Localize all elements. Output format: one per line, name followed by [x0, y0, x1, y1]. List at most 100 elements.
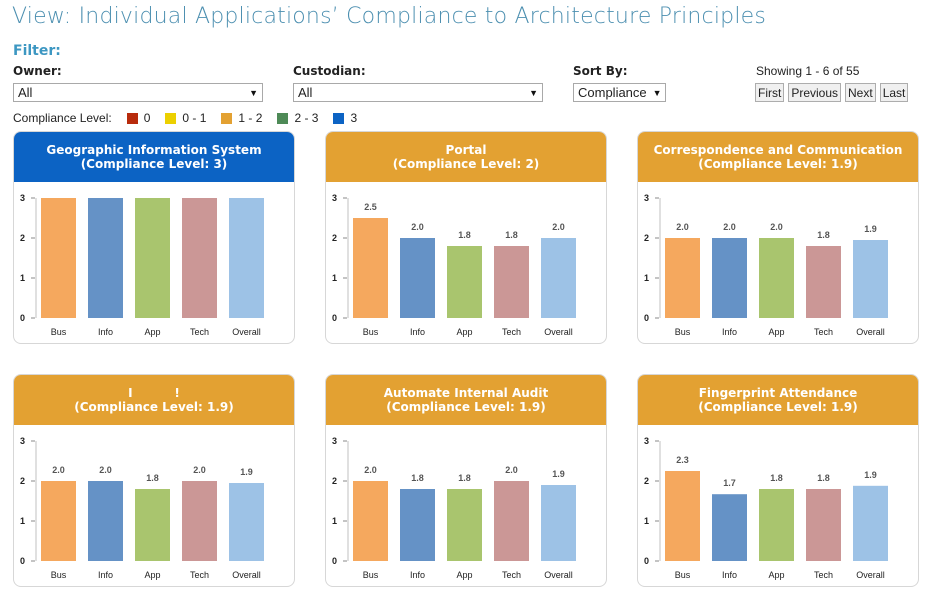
app-compliance-level: (Compliance Level: 3) [80, 157, 228, 171]
bar-app[interactable] [135, 198, 170, 318]
x-category-label: App [768, 570, 784, 580]
x-category-label: Overall [544, 327, 573, 337]
bar-bus[interactable] [665, 238, 700, 318]
y-tick-label: 0 [332, 313, 337, 323]
app-name: Fingerprint Attendance [698, 386, 858, 400]
bar-value-label: 1.8 [458, 230, 471, 240]
bar-bus[interactable] [41, 481, 76, 561]
bar-overall[interactable] [541, 238, 576, 318]
bar-app[interactable] [759, 489, 794, 561]
bar-info[interactable] [400, 238, 435, 318]
x-category-label: Bus [51, 327, 67, 337]
y-tick-label: 3 [20, 436, 25, 446]
bar-value-label: 2.0 [770, 222, 783, 232]
x-category-label: Overall [544, 570, 573, 580]
bar-app[interactable] [135, 489, 170, 561]
bar-value-label: 1.8 [411, 473, 424, 483]
pagination-status: Showing 1 - 6 of 55 [756, 64, 860, 78]
bar-info[interactable] [88, 481, 123, 561]
bar-bus[interactable] [353, 218, 388, 318]
app-card[interactable]: I ! (Compliance Level: 1.9) 0 1 2 3 2.0 Bus 2.… [13, 374, 295, 587]
y-tick-label: 0 [20, 313, 25, 323]
app-card[interactable]: Correspondence and Communication (Compli… [637, 131, 919, 344]
bar-app[interactable] [447, 246, 482, 318]
bar-value-label: 1.9 [864, 470, 877, 480]
sort-by-select-value: Compliance [578, 85, 647, 100]
x-category-label: App [144, 327, 160, 337]
x-category-label: Overall [232, 570, 261, 580]
app-compliance-level: (Compliance Level: 1.9) [698, 400, 858, 414]
sort-by-label: Sort By: [573, 64, 628, 78]
app-compliance-level: (Compliance Level: 2) [392, 157, 540, 171]
app-name: Automate Internal Audit [383, 386, 549, 400]
bar-app[interactable] [447, 489, 482, 561]
next-page-button[interactable]: Next [845, 83, 876, 102]
x-category-label: Tech [502, 327, 521, 337]
app-card[interactable]: Fingerprint Attendance (Compliance Level… [637, 374, 919, 587]
legend-label: Compliance Level: [13, 111, 112, 125]
y-tick-label: 3 [644, 436, 649, 446]
app-name: Geographic Information System [46, 143, 262, 157]
bar-value-label: 2.0 [52, 465, 65, 475]
legend-item-label: 0 [143, 111, 151, 125]
legend-swatch [221, 112, 233, 124]
y-tick-label: 2 [644, 233, 649, 243]
legend-item-label: 1 - 2 [238, 111, 263, 125]
y-tick-label: 1 [20, 516, 25, 526]
app-card[interactable]: Geographic Information System (Complianc… [13, 131, 295, 344]
custodian-label: Custodian: [293, 64, 366, 78]
filter-heading: Filter: [13, 43, 61, 59]
y-tick-label: 3 [332, 193, 337, 203]
bar-value-label: 2.0 [723, 222, 736, 232]
bar-overall[interactable] [229, 483, 264, 561]
app-card[interactable]: Portal (Compliance Level: 2) 0 1 2 3 2.5 Bus 2… [325, 131, 607, 344]
y-tick-label: 2 [20, 476, 25, 486]
bar-overall[interactable] [853, 485, 888, 561]
legend-item-0: 0 [126, 111, 151, 125]
bar-overall[interactable] [541, 485, 576, 561]
y-tick-label: 0 [644, 313, 649, 323]
owner-select[interactable]: All ▼ [13, 83, 263, 102]
x-category-label: Bus [363, 327, 379, 337]
y-tick-label: 0 [644, 556, 649, 566]
bar-bus[interactable] [41, 198, 76, 318]
bar-tech[interactable] [494, 246, 529, 318]
bar-bus[interactable] [353, 481, 388, 561]
bar-value-label: 1.8 [146, 473, 159, 483]
bar-info[interactable] [712, 238, 747, 318]
y-tick-label: 1 [644, 273, 649, 283]
x-category-label: App [768, 327, 784, 337]
y-tick-label: 0 [332, 556, 337, 566]
bar-tech[interactable] [494, 481, 529, 561]
bar-value-label: 1.9 [552, 469, 565, 479]
bar-value-label: 1.8 [505, 230, 518, 240]
custodian-select[interactable]: All ▼ [293, 83, 543, 102]
bar-overall[interactable] [229, 198, 264, 318]
x-category-label: App [144, 570, 160, 580]
compliance-legend: Compliance Level: 0 0 - 1 1 - 2 2 - 3 3 [13, 111, 357, 125]
last-page-button[interactable]: Last [879, 83, 909, 102]
app-card-header: Geographic Information System (Complianc… [14, 132, 294, 182]
bar-tech[interactable] [806, 489, 841, 561]
bar-tech[interactable] [182, 198, 217, 318]
bar-value-label: 1.8 [817, 473, 830, 483]
bar-bus[interactable] [665, 471, 700, 561]
bar-overall[interactable] [853, 240, 888, 318]
y-tick-label: 1 [332, 273, 337, 283]
bar-chart: 0 1 2 3 2.3 Bus 1.7 Info 1.8 App 1.8 Tech 1.9 Overall [644, 436, 888, 580]
bar-tech[interactable] [182, 481, 217, 561]
app-card[interactable]: Automate Internal Audit (Compliance Leve… [325, 374, 607, 587]
bar-info[interactable] [400, 489, 435, 561]
bar-value-label: 2.0 [411, 222, 424, 232]
x-category-label: Info [410, 570, 425, 580]
legend-item-3: 3 [333, 111, 357, 125]
first-page-button[interactable]: First [755, 83, 785, 102]
bar-info[interactable] [88, 198, 123, 318]
bar-value-label: 1.7 [723, 478, 736, 488]
bar-app[interactable] [759, 238, 794, 318]
previous-page-button[interactable]: Previous [788, 83, 842, 102]
sort-by-select[interactable]: Compliance ▼ [573, 83, 666, 102]
bar-tech[interactable] [806, 246, 841, 318]
app-card-header: Portal (Compliance Level: 2) [326, 132, 606, 182]
bar-info[interactable] [712, 494, 747, 561]
